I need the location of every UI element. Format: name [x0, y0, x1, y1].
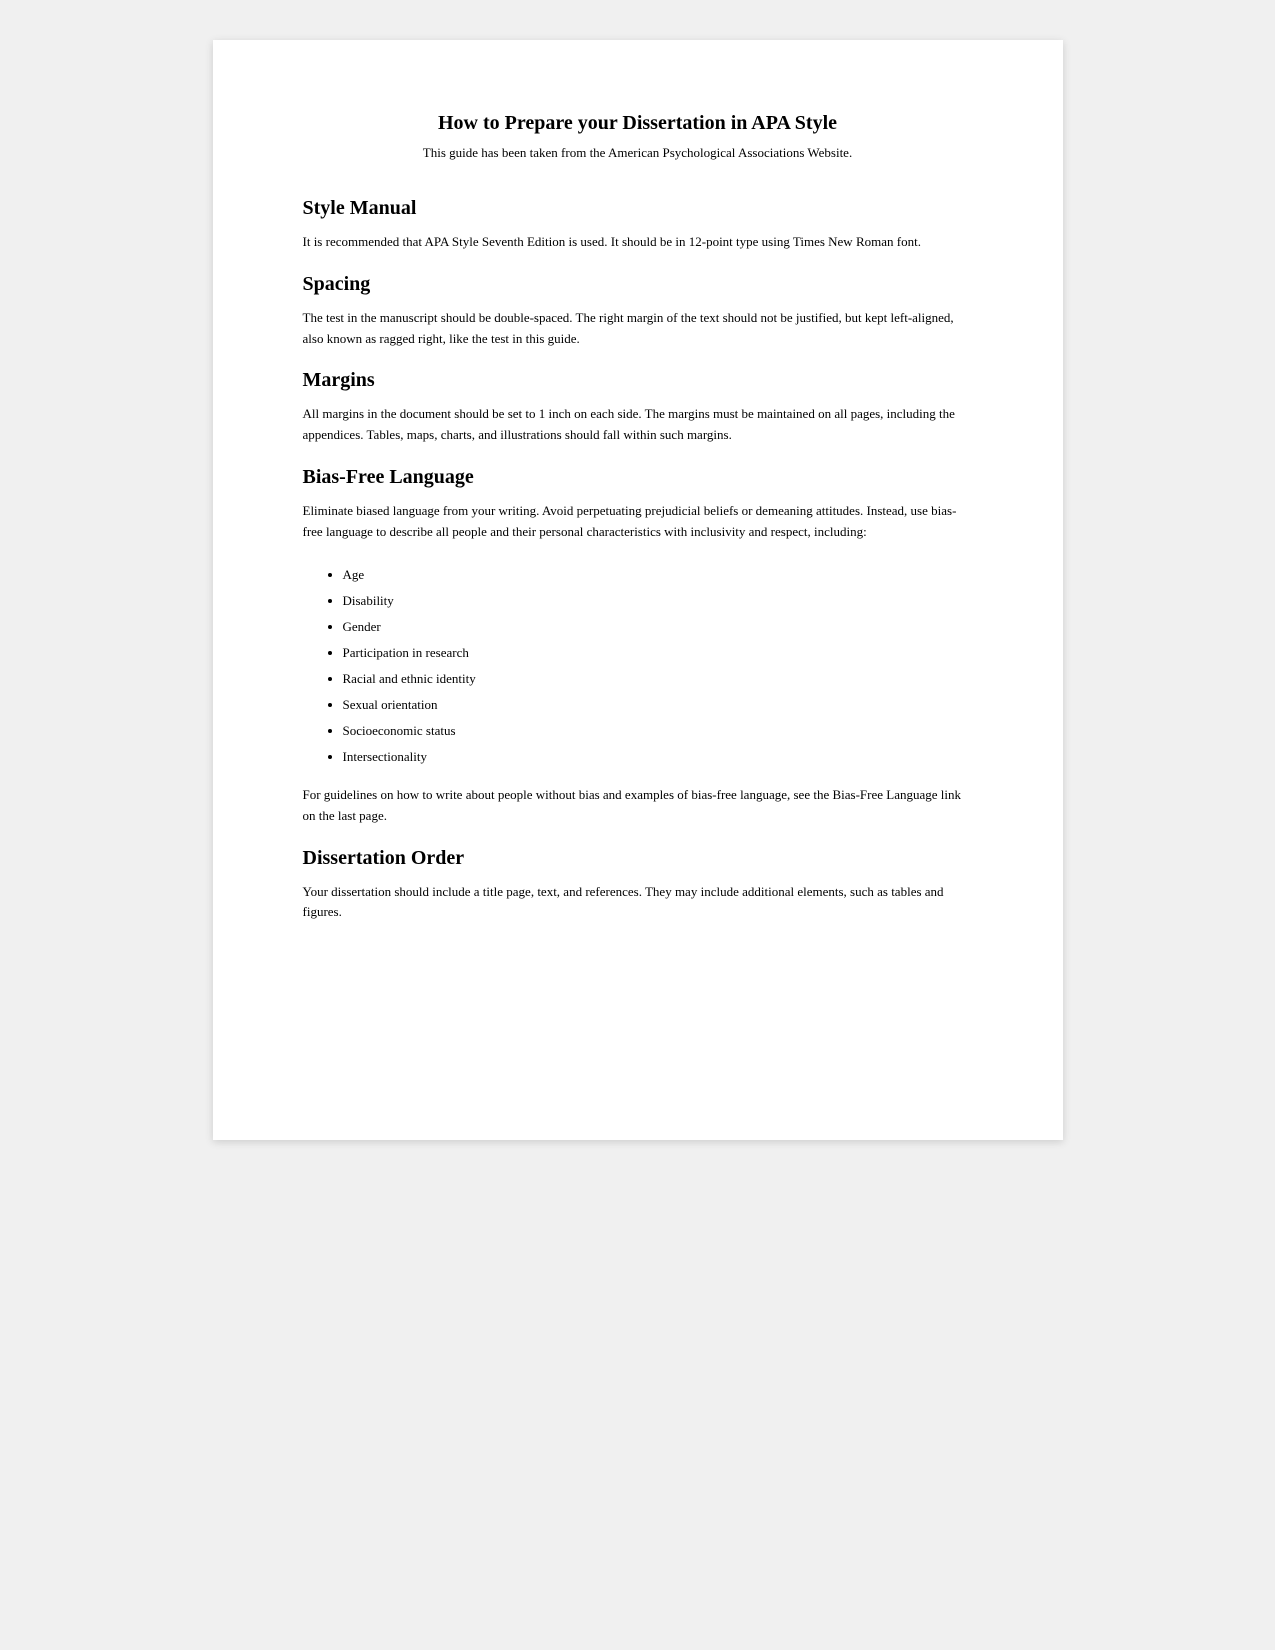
body-style-manual: It is recommended that APA Style Seventh… — [303, 232, 973, 253]
heading-spacing: Spacing — [303, 273, 973, 296]
section-bias-free: Bias-Free Language Eliminate biased lang… — [303, 466, 973, 827]
list-item: Socioeconomic status — [343, 719, 973, 743]
document-page: How to Prepare your Dissertation in APA … — [213, 40, 1063, 1140]
list-item: Age — [343, 563, 973, 587]
list-item: Sexual orientation — [343, 693, 973, 717]
heading-margins: Margins — [303, 369, 973, 392]
page-title: How to Prepare your Dissertation in APA … — [303, 112, 973, 135]
heading-style-manual: Style Manual — [303, 197, 973, 220]
bias-free-after-text: For guidelines on how to write about peo… — [303, 785, 973, 827]
list-item: Intersectionality — [343, 745, 973, 769]
body-dissertation-order: Your dissertation should include a title… — [303, 882, 973, 924]
section-margins: Margins All margins in the document shou… — [303, 369, 973, 446]
list-item: Gender — [343, 615, 973, 639]
section-style-manual: Style Manual It is recommended that APA … — [303, 197, 973, 253]
bias-free-list: Age Disability Gender Participation in r… — [343, 563, 973, 769]
list-item: Participation in research — [343, 641, 973, 665]
body-bias-free: Eliminate biased language from your writ… — [303, 501, 973, 543]
section-spacing: Spacing The test in the manuscript shoul… — [303, 273, 973, 350]
section-dissertation-order: Dissertation Order Your dissertation sho… — [303, 847, 973, 924]
list-item: Racial and ethnic identity — [343, 667, 973, 691]
body-spacing: The test in the manuscript should be dou… — [303, 308, 973, 350]
list-item: Disability — [343, 589, 973, 613]
heading-dissertation-order: Dissertation Order — [303, 847, 973, 870]
heading-bias-free: Bias-Free Language — [303, 466, 973, 489]
page-subtitle: This guide has been taken from the Ameri… — [303, 145, 973, 161]
body-margins: All margins in the document should be se… — [303, 404, 973, 446]
